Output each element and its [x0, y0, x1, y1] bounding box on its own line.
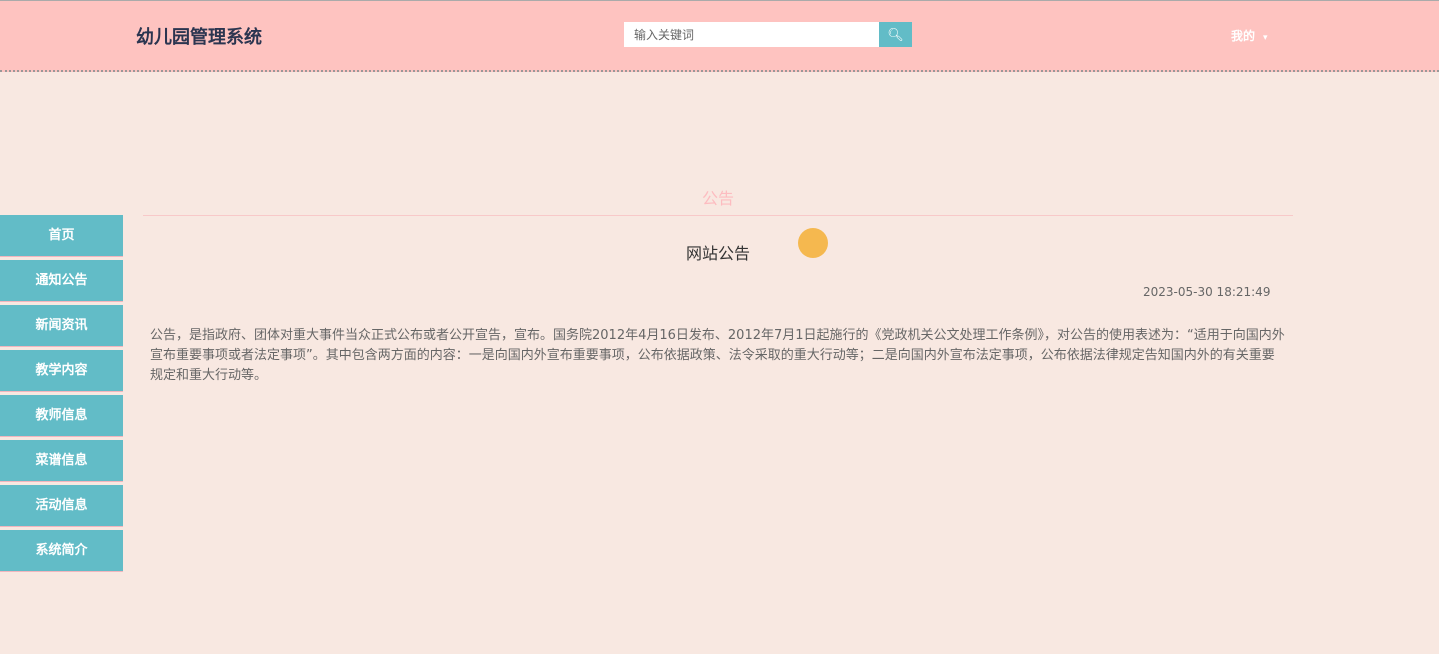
sidebar-item-notices[interactable]: 通知公告: [0, 260, 123, 302]
search-icon: 🔍︎: [887, 26, 904, 42]
section-title: 公告: [701, 189, 734, 208]
sidebar-item-menu[interactable]: 菜谱信息: [0, 440, 123, 482]
site-logo[interactable]: 幼儿园管理系统: [136, 23, 262, 49]
search-button[interactable]: 🔍︎: [879, 22, 912, 47]
cursor-highlight: [798, 228, 828, 258]
sidebar-item-home[interactable]: 首页: [0, 215, 123, 257]
divider: [143, 215, 1293, 216]
user-menu-label: 我的: [1231, 29, 1256, 43]
chevron-down-icon: ▾: [1263, 33, 1268, 43]
user-menu[interactable]: 我的 ▾: [1231, 27, 1268, 44]
sidebar: 首页 通知公告 新闻资讯 教学内容 教师信息 菜谱信息 活动信息 系统简介: [0, 215, 123, 575]
sidebar-item-teaching[interactable]: 教学内容: [0, 350, 123, 392]
sidebar-item-news[interactable]: 新闻资讯: [0, 305, 123, 347]
sidebar-item-activities[interactable]: 活动信息: [0, 485, 123, 527]
article-title: 网站公告: [685, 244, 750, 263]
search-input[interactable]: [624, 22, 879, 47]
article-date: 2023-05-30 18:21:49: [1143, 285, 1271, 299]
header: 幼儿园管理系统 🔍︎ 我的 ▾: [0, 0, 1439, 72]
article-content: 公告，是指政府、团体对重大事件当众正式公布或者公开宣告，宣布。国务院2012年4…: [150, 328, 1285, 383]
search-bar: 🔍︎: [624, 22, 912, 47]
sidebar-item-about[interactable]: 系统简介: [0, 530, 123, 572]
sidebar-item-teachers[interactable]: 教师信息: [0, 395, 123, 437]
